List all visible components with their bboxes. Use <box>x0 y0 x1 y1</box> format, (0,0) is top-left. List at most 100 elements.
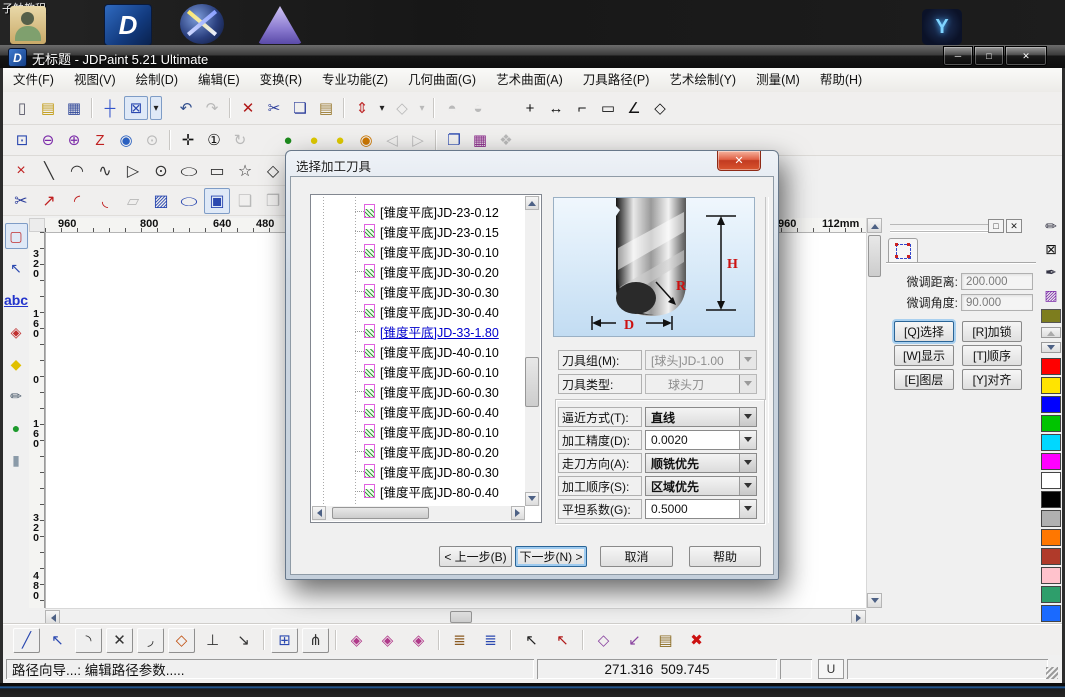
align-button[interactable]: [Y]对齐 <box>962 369 1022 390</box>
tree-scroll-down-button[interactable] <box>525 492 539 506</box>
tree-scroll-right-button[interactable] <box>511 506 525 520</box>
text-tool-icon[interactable]: abc <box>5 287 28 313</box>
cut-direction-select[interactable]: 顺铣优先 <box>645 453 757 473</box>
menu-toolpath[interactable]: 刀具路径(P) <box>573 68 660 92</box>
menu-draw[interactable]: 绘制(D) <box>126 68 188 92</box>
tree-h-thumb[interactable] <box>332 507 429 519</box>
delete-icon[interactable]: ✕ <box>236 96 260 120</box>
menu-transform[interactable]: 变换(R) <box>250 68 312 92</box>
approach-mode-select[interactable]: 直线 <box>645 407 757 427</box>
measure-step-icon[interactable]: ⌐ <box>570 96 594 120</box>
save-icon[interactable]: ▦ <box>62 96 86 120</box>
nudge-angle-input[interactable]: 90.000 <box>961 294 1033 311</box>
select-mode-button[interactable]: [Q]选择 <box>894 321 954 342</box>
paste-icon[interactable]: ▤ <box>314 96 338 120</box>
zoom-prev-icon[interactable]: Z <box>88 128 112 152</box>
menu-file[interactable]: 文件(F) <box>3 68 64 92</box>
resize-grip[interactable] <box>1046 667 1058 679</box>
maximize-button[interactable]: □ <box>974 46 1004 66</box>
cancel-button[interactable]: 取消 <box>600 546 673 567</box>
plane-zx-icon[interactable]: ◈ <box>405 628 432 653</box>
arc-icon[interactable]: ◠ <box>64 158 90 184</box>
tool-tree-item[interactable]: [锥度平底]JD-60-0.10 <box>313 361 524 381</box>
snap-endpoint-icon[interactable]: ◝ <box>75 628 102 653</box>
swap-order-icon[interactable]: ◉ <box>354 128 378 152</box>
scroll-down-button[interactable] <box>867 593 882 608</box>
transform-dropdown-icon[interactable]: ▾ <box>376 96 388 120</box>
tool-tree-item[interactable]: [锥度平底]JD-30-0.20 <box>313 261 524 281</box>
color-swatch[interactable] <box>1041 396 1061 413</box>
dialog-close-button[interactable]: ✕ <box>717 151 761 171</box>
measure-point-icon[interactable]: + <box>518 96 542 120</box>
line-icon[interactable]: ╲ <box>36 158 62 184</box>
measure-angle-icon[interactable]: ∠ <box>622 96 646 120</box>
sphere-desktop-icon[interactable] <box>180 4 224 44</box>
panel-grip[interactable] <box>890 224 998 232</box>
new-file-icon[interactable]: ▯ <box>10 96 34 120</box>
select-box-icon[interactable]: ⊠ <box>124 96 148 120</box>
layer-current-icon[interactable]: ≣ <box>446 628 473 653</box>
panel-tab-select[interactable] <box>888 238 918 263</box>
zoom-window-icon[interactable]: ⊡ <box>10 128 34 152</box>
color-swatch[interactable] <box>1041 529 1061 546</box>
slot-icon[interactable]: ◯ <box>176 193 202 207</box>
tool-tree-item[interactable]: [锥度平底]JD-23-0.15 <box>313 221 524 241</box>
lock-button[interactable]: [R]加锁 <box>962 321 1022 342</box>
zoom-actual-icon[interactable]: ① <box>202 128 226 152</box>
minimize-button[interactable]: ─ <box>943 46 973 66</box>
next-button[interactable]: 下一步(N) > <box>515 546 587 567</box>
pen-tool-icon[interactable]: ✏ <box>5 383 28 409</box>
unit-toggle-button[interactable]: U <box>818 659 844 679</box>
tree-horizontal-scrollbar[interactable] <box>312 506 525 521</box>
tool-tree-item[interactable]: [锥度平底]JD-30-0.30 <box>313 281 524 301</box>
verify-icon[interactable]: ↙ <box>621 628 648 653</box>
undo-icon[interactable]: ↶ <box>174 96 198 120</box>
v-scroll-thumb[interactable] <box>868 235 881 277</box>
layer-all-icon[interactable]: ≣ <box>477 628 504 653</box>
snap-tangent-icon[interactable]: ↘ <box>230 628 257 653</box>
snap-grid-icon[interactable]: ⊞ <box>271 628 298 653</box>
color-swatch[interactable] <box>1041 415 1061 432</box>
menu-edit[interactable]: 编辑(E) <box>188 68 250 92</box>
pencil-icon[interactable]: ✏ <box>1041 216 1062 237</box>
tool-tree-item[interactable]: [锥度平底]JD-40-0.10 <box>313 341 524 361</box>
current-fill-swatch[interactable] <box>1041 309 1061 323</box>
color-swatch[interactable] <box>1041 358 1061 375</box>
scroll-right-button[interactable] <box>851 610 866 625</box>
layer-button[interactable]: [E]图层 <box>894 369 954 390</box>
tool-tree-item[interactable]: [锥度平底]JD-80-0.10 <box>313 421 524 441</box>
no-color-icon[interactable]: ⊠ <box>1041 239 1062 260</box>
lamp-pick-icon[interactable]: ● <box>328 128 352 152</box>
ref-circle-icon[interactable]: ◈ <box>5 319 28 345</box>
tool-group-select[interactable]: [球头]JD-1.00 <box>645 350 757 370</box>
polygon-icon[interactable]: ◇ <box>260 158 286 184</box>
abort-icon[interactable]: ✖ <box>683 628 710 653</box>
tool-tree-item[interactable]: [锥度平底]JD-80-0.20 <box>313 441 524 461</box>
panel-close-button[interactable]: ✕ <box>1006 219 1022 233</box>
zoom-in-icon[interactable]: ⊕ <box>62 128 86 152</box>
color-swatch[interactable] <box>1041 434 1061 451</box>
trim-icon[interactable]: ✂ <box>8 188 34 214</box>
snap-pick-icon[interactable]: ↖ <box>44 628 71 653</box>
menu-art-draw[interactable]: 艺术绘制(Y) <box>659 68 746 92</box>
plane-yz-icon[interactable]: ◈ <box>374 628 401 653</box>
color-swatch[interactable] <box>1041 548 1061 565</box>
snap-free-icon[interactable]: ╱ <box>13 628 40 653</box>
fillet-icon[interactable]: ◜ <box>64 188 90 214</box>
fill-diamond-icon[interactable]: ◆ <box>5 351 28 377</box>
cube-desktop-icon[interactable]: Y <box>922 9 962 45</box>
drill-tool-icon[interactable]: ▮ <box>5 447 28 473</box>
machining-order-select[interactable]: 区域优先 <box>645 476 757 496</box>
order-button[interactable]: [T]顺序 <box>962 345 1022 366</box>
crosshair-icon[interactable]: ┼ <box>98 96 122 120</box>
snap-arc-icon[interactable]: ◞ <box>137 628 164 653</box>
measure-distance-icon[interactable]: ↔ <box>544 96 568 120</box>
tree-vertical-scrollbar[interactable] <box>525 196 540 506</box>
tool-tree-item[interactable]: [锥度平底]JD-23-0.12 <box>313 201 524 221</box>
color-swatch[interactable] <box>1041 491 1061 508</box>
help-button[interactable]: 帮助 <box>689 546 761 567</box>
lamp-yellow-icon[interactable]: ● <box>302 128 326 152</box>
tree-scroll-up-button[interactable] <box>525 196 539 210</box>
tool-type-select[interactable]: 球头刀 <box>645 374 757 394</box>
extend-icon[interactable]: ↗ <box>36 188 62 214</box>
